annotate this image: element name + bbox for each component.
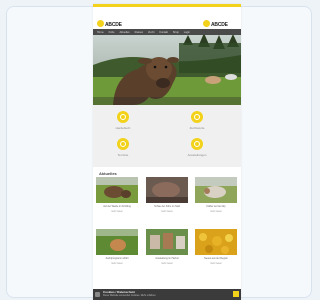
site-header: ABCDE schweiz ABCDE schweiz [93, 7, 241, 33]
book-icon [117, 111, 129, 123]
news-tile[interactable]: Schau der Kühe im Stall mehr lesen [146, 177, 188, 213]
news-image [195, 177, 237, 203]
logo-mark-icon [203, 19, 210, 27]
news-image [195, 229, 237, 255]
nav-item[interactable]: Kontakt [159, 31, 167, 34]
feature-section: Herdebuch Zuchtwerte Termine Ausstellung… [93, 105, 241, 167]
feature-label: Termine [117, 153, 129, 157]
cookie-settings-button[interactable] [95, 292, 100, 297]
feature-label: Ausstellungen [187, 153, 207, 157]
read-more-link[interactable]: mehr lesen [146, 210, 188, 213]
website-preview: ABCDE schweiz ABCDE schweiz Home Kühe Ak… [93, 4, 241, 300]
cookie-banner: Cookies / Datenschutz Diese Website verw… [93, 289, 241, 300]
read-more-link[interactable]: mehr lesen [96, 210, 138, 213]
news-tile[interactable]: Kälber auf der Alp mehr lesen [195, 177, 237, 213]
news-tile[interactable]: Ausstellung im Herbst mehr lesen [146, 229, 188, 265]
news-heading: Aktuelles [99, 171, 117, 176]
news-image [146, 229, 188, 255]
news-caption: Zuchtprogramm 2024 [105, 257, 129, 260]
nav-item[interactable]: Rassen [135, 31, 143, 34]
news-tile[interactable]: Neues aus der Region mehr lesen [195, 229, 237, 265]
feature-item[interactable]: Zuchtwerte [177, 111, 217, 130]
cookie-accept-button[interactable] [233, 291, 239, 297]
cookie-text: Diese Website verwendet Cookies. Mehr er… [103, 294, 156, 297]
trophy-icon [191, 138, 203, 150]
logo-text: ABCDE [211, 22, 228, 28]
news-tile[interactable]: Zuchtprogramm 2024 mehr lesen [96, 229, 138, 265]
news-caption: Ausstellung im Herbst [155, 257, 179, 260]
feature-item[interactable]: Ausstellungen [177, 138, 217, 157]
news-caption: Neues aus der Region [204, 257, 228, 260]
nav-item[interactable]: Aktuelles [120, 31, 130, 34]
chart-icon [191, 111, 203, 123]
news-image [96, 229, 138, 255]
nav-item[interactable]: Zucht [148, 31, 154, 34]
news-caption: Kälber auf der Alp [206, 205, 226, 208]
nav-item[interactable]: Home [97, 31, 104, 34]
feature-item[interactable]: Termine [103, 138, 143, 157]
logo-mark-icon [97, 19, 104, 27]
calendar-icon [117, 138, 129, 150]
news-grid: Auf der Weide im Frühling mehr lesen Sch… [93, 177, 241, 287]
read-more-link[interactable]: mehr lesen [146, 262, 188, 265]
logo-text: ABCDE [105, 22, 122, 28]
read-more-link[interactable]: mehr lesen [195, 262, 237, 265]
news-image [146, 177, 188, 203]
news-caption: Auf der Weide im Frühling [103, 205, 131, 208]
read-more-link[interactable]: mehr lesen [96, 262, 138, 265]
nav-item[interactable]: Kühe [109, 31, 115, 34]
hero-image [93, 35, 241, 105]
read-more-link[interactable]: mehr lesen [195, 210, 237, 213]
feature-item[interactable]: Herdebuch [103, 111, 143, 130]
news-tile[interactable]: Auf der Weide im Frühling mehr lesen [96, 177, 138, 213]
feature-label: Zuchtwerte [189, 126, 205, 130]
news-caption: Schau der Kühe im Stall [154, 205, 180, 208]
nav-item[interactable]: Shop [173, 31, 179, 34]
nav-item[interactable]: Login [184, 31, 190, 34]
news-image [96, 177, 138, 203]
feature-label: Herdebuch [115, 126, 131, 130]
